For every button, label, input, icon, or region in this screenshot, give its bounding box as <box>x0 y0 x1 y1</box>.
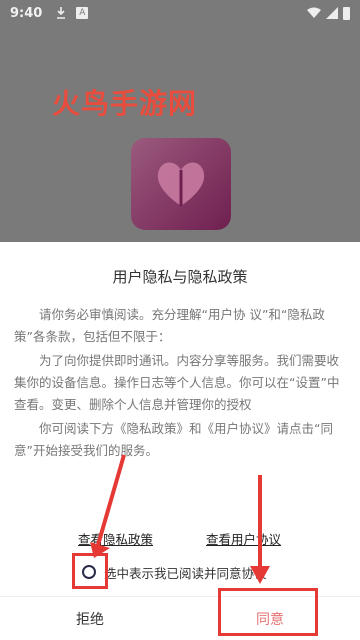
paragraph-data-collection: 为了向你提供即时通讯。内容分享等服务。我们需要收集你的设备信息。操作日志等个人信… <box>14 353 340 412</box>
dialog-title: 用户隐私与隐私政策 <box>112 268 248 286</box>
agree-button[interactable]: 同意 <box>180 597 360 640</box>
signal-icon <box>326 7 338 19</box>
agree-checkbox-row[interactable]: 选中表示我已阅读并同意协议 <box>70 558 310 586</box>
app-logo <box>131 138 231 230</box>
heart-icon <box>157 162 205 206</box>
paragraph-intro: 请你务必审慎阅读。充分理解“用户协 议”和“隐私政策”各条款，包括但不限于： <box>14 307 325 344</box>
paragraph-consent-info: 你可阅读下方《隐私政策》和《用户协议》请点击“同意”开始接受我们的服务。 <box>14 421 333 458</box>
dialog-body: 请你务必审慎阅读。充分理解“用户协 议”和“隐私政策”各条款，包括但不限于： 为… <box>14 304 344 464</box>
a-badge-icon: A <box>76 7 89 19</box>
dialog-actions: 拒绝 同意 <box>0 596 360 640</box>
view-privacy-policy-link[interactable]: 查看隐私政策 <box>78 529 153 548</box>
agree-checkbox[interactable] <box>82 565 96 579</box>
policy-links: 查看隐私政策 查看用户协议 <box>0 529 360 551</box>
reject-button[interactable]: 拒绝 <box>0 597 180 640</box>
watermark: 火鸟手游网 <box>52 87 198 120</box>
agree-checkbox-label: 选中表示我已阅读并同意协议 <box>104 565 267 581</box>
status-bar: 9:40 A <box>0 0 360 26</box>
privacy-dialog: 用户隐私与隐私政策 请你务必审慎阅读。充分理解“用户协 议”和“隐私政策”各条款… <box>0 242 360 640</box>
wifi-icon <box>307 7 321 19</box>
view-user-agreement-link[interactable]: 查看用户协议 <box>206 529 281 548</box>
status-time: 9:40 <box>10 5 43 21</box>
battery-icon <box>343 6 350 20</box>
download-icon <box>56 7 66 19</box>
